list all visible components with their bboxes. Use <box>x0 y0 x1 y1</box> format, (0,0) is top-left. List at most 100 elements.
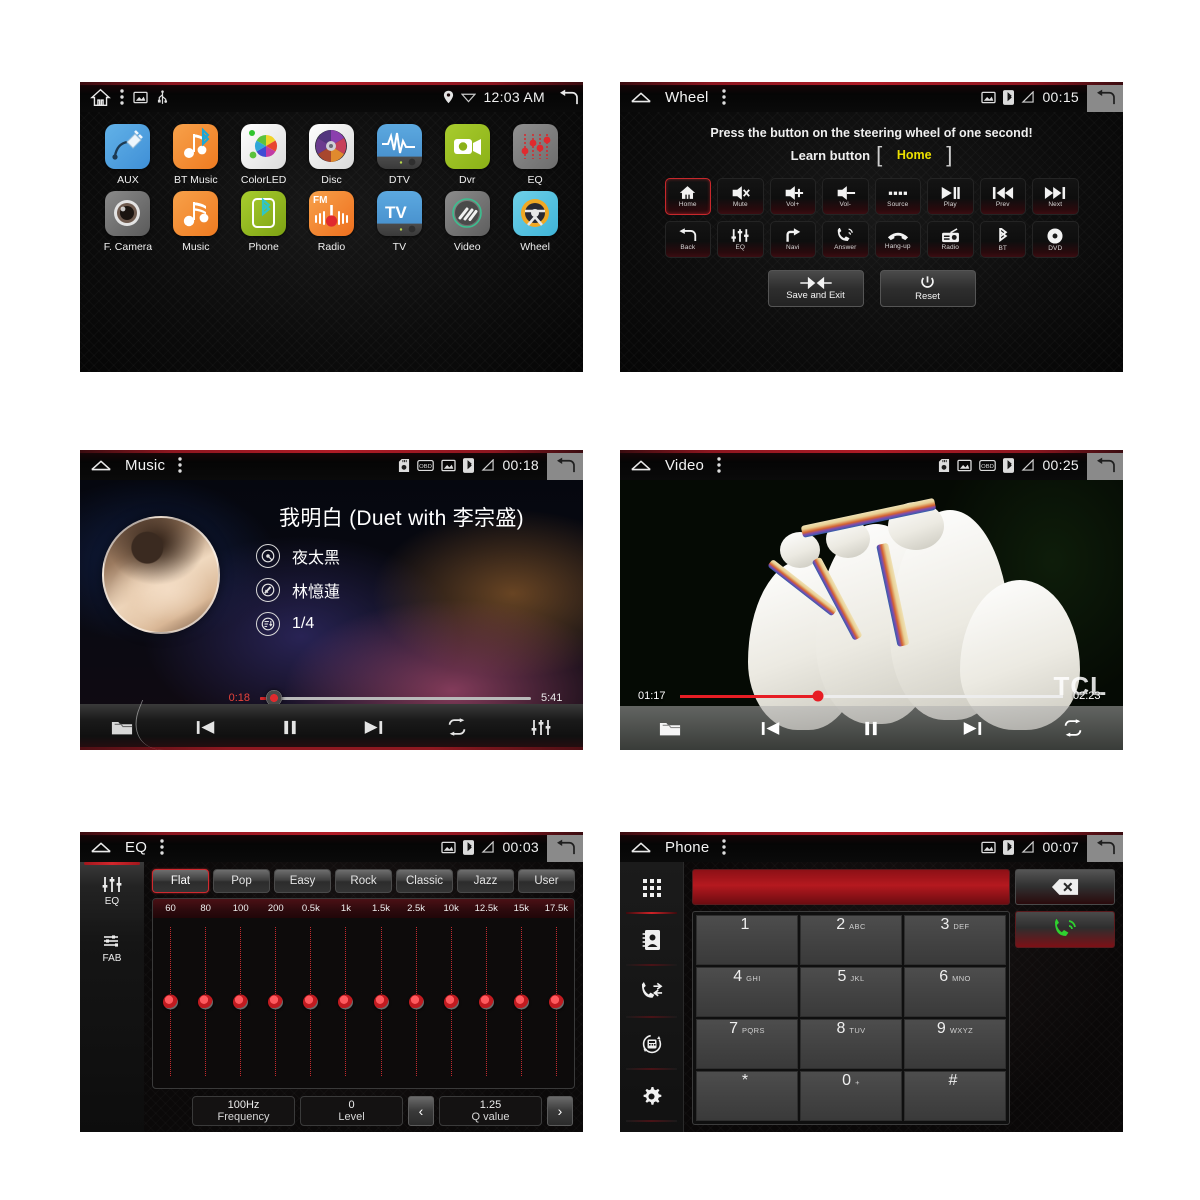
eq-slider-100[interactable] <box>223 923 258 1080</box>
eq-frequency-field[interactable]: 100Hz Frequency <box>192 1095 295 1126</box>
eq-preset-flat[interactable]: Flat <box>152 869 209 893</box>
eq-preset-pop[interactable]: Pop <box>213 869 270 893</box>
app-disc[interactable]: Disc <box>298 124 366 186</box>
wheel-btn-play[interactable]: Play <box>927 178 974 215</box>
home-icon[interactable] <box>630 458 652 472</box>
video-surface[interactable]: TCL 01:17 02:23 <box>620 480 1123 750</box>
key-1[interactable]: 1 <box>696 915 798 965</box>
key-star[interactable]: * <box>696 1071 798 1121</box>
eq-thumb[interactable] <box>268 994 284 1009</box>
wheel-back-button[interactable] <box>1087 82 1123 112</box>
wheel-btn-eq[interactable]: EQ <box>717 221 764 258</box>
wheel-btn-hangup[interactable]: Hang-up <box>874 221 921 258</box>
eq-thumb[interactable] <box>338 994 354 1009</box>
sidebar-item-fab[interactable]: FAB <box>80 920 144 978</box>
eq-slider-10k[interactable] <box>434 923 469 1080</box>
wheel-btn-radio[interactable]: Radio <box>927 221 974 258</box>
reset-button[interactable]: Reset <box>879 270 976 307</box>
music-next-button[interactable] <box>331 719 415 736</box>
wheel-btn-voldown[interactable]: Vol- <box>822 178 869 215</box>
sidebar-item-contacts[interactable] <box>620 914 683 966</box>
eq-slider-15k[interactable] <box>504 923 539 1080</box>
music-progress[interactable]: 0:18 5:41 <box>220 690 571 706</box>
wheel-btn-navi[interactable]: Navi <box>769 221 816 258</box>
key-2[interactable]: 2 ABC <box>800 915 902 965</box>
key-9[interactable]: 9 WXYZ <box>904 1019 1006 1069</box>
music-pause-button[interactable] <box>248 719 332 736</box>
app-video[interactable]: Video <box>433 191 501 253</box>
music-seek-track[interactable] <box>260 690 531 706</box>
eq-preset-easy[interactable]: Easy <box>274 869 331 893</box>
key-6[interactable]: 6 MNO <box>904 967 1006 1017</box>
overflow-menu-icon[interactable] <box>178 457 182 473</box>
sidebar-item-sync-contacts[interactable] <box>620 1018 683 1070</box>
key-4[interactable]: 4 GHI <box>696 967 798 1017</box>
eq-slider-200[interactable] <box>258 923 293 1080</box>
video-progress[interactable]: 01:17 02:23 <box>620 690 1123 702</box>
overflow-menu-icon[interactable] <box>120 89 124 105</box>
eq-preset-classic[interactable]: Classic <box>396 869 453 893</box>
key-3[interactable]: 3 DEF <box>904 915 1006 965</box>
phone-number-input[interactable] <box>692 869 1010 905</box>
home-icon[interactable] <box>630 90 652 104</box>
video-next-button[interactable] <box>922 720 1023 737</box>
wheel-btn-prev[interactable]: Prev <box>979 178 1026 215</box>
home-icon[interactable] <box>90 458 112 472</box>
wheel-btn-back[interactable]: Back <box>664 221 711 258</box>
video-folder-button[interactable] <box>620 720 721 737</box>
key-0[interactable]: 0 + <box>800 1071 902 1121</box>
eq-slider-1k[interactable] <box>328 923 363 1080</box>
video-back-button[interactable] <box>1087 450 1123 480</box>
overflow-menu-icon[interactable] <box>160 839 164 855</box>
app-f-camera[interactable]: F. Camera <box>94 191 162 253</box>
key-5[interactable]: 5 JKL <box>800 967 902 1017</box>
eq-prev-button[interactable]: ‹ <box>408 1095 434 1126</box>
phone-back-button[interactable] <box>1087 832 1123 862</box>
eq-slider-80[interactable] <box>188 923 223 1080</box>
app-colorled[interactable]: ColorLED <box>230 124 298 186</box>
video-seek-track[interactable] <box>680 690 1063 702</box>
eq-preset-rock[interactable]: Rock <box>335 869 392 893</box>
eq-level-field[interactable]: 0 Level <box>300 1095 403 1126</box>
app-tv[interactable]: TV TV <box>365 191 433 253</box>
wheel-btn-home[interactable]: Home <box>664 178 711 215</box>
eq-thumb[interactable] <box>163 994 179 1009</box>
eq-slider-1.5k[interactable] <box>363 923 398 1080</box>
wheel-btn-volup[interactable]: Vol+ <box>769 178 816 215</box>
overflow-menu-icon[interactable] <box>721 89 726 105</box>
wheel-btn-bt[interactable]: BT <box>979 221 1026 258</box>
home-icon[interactable] <box>630 840 652 854</box>
wheel-btn-source[interactable]: Source <box>874 178 921 215</box>
eq-next-button[interactable]: › <box>547 1095 573 1126</box>
app-eq[interactable]: EQ <box>501 124 569 186</box>
video-pause-button[interactable] <box>821 720 922 737</box>
music-eq-button[interactable] <box>499 719 583 736</box>
sidebar-item-call-log[interactable] <box>620 966 683 1018</box>
app-music[interactable]: Music <box>162 191 230 253</box>
eq-back-button[interactable] <box>547 832 583 862</box>
app-dvr[interactable]: Dvr <box>433 124 501 186</box>
wheel-btn-next[interactable]: Next <box>1032 178 1079 215</box>
eq-thumb[interactable] <box>478 994 494 1009</box>
key-7[interactable]: 7 PQRS <box>696 1019 798 1069</box>
phone-call-button[interactable] <box>1015 911 1115 948</box>
eq-slider-0.5k[interactable] <box>293 923 328 1080</box>
wheel-btn-answer[interactable]: Answer <box>822 221 869 258</box>
eq-preset-user[interactable]: User <box>518 869 575 893</box>
eq-thumb[interactable] <box>548 994 564 1009</box>
eq-thumb[interactable] <box>443 994 459 1009</box>
eq-slider-17.5k[interactable] <box>539 923 574 1080</box>
music-prev-button[interactable] <box>164 719 248 736</box>
video-seek-knob[interactable] <box>812 690 824 702</box>
wheel-btn-dvd[interactable]: DVD <box>1032 221 1079 258</box>
overflow-menu-icon[interactable] <box>717 457 721 473</box>
sidebar-item-settings[interactable] <box>620 1070 683 1122</box>
eq-thumb[interactable] <box>513 994 529 1009</box>
music-back-button[interactable] <box>547 450 583 480</box>
app-bt-music[interactable]: BT Music <box>162 124 230 186</box>
eq-thumb[interactable] <box>233 994 249 1009</box>
app-dtv[interactable]: DTV <box>365 124 433 186</box>
app-wheel[interactable]: Wheel <box>501 191 569 253</box>
app-aux[interactable]: AUX <box>94 124 162 186</box>
video-repeat-button[interactable] <box>1022 719 1123 737</box>
